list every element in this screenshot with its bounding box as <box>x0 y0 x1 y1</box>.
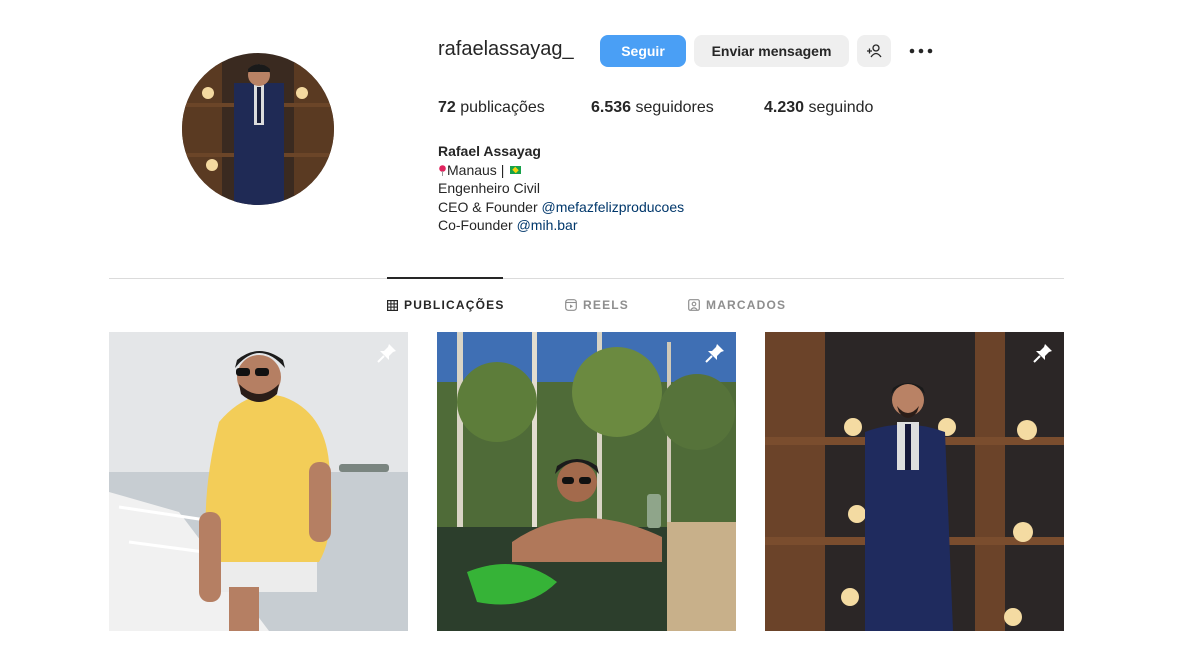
profile-divider <box>109 278 1064 279</box>
posts-count-value: 72 <box>438 99 456 116</box>
active-tab-indicator <box>387 277 503 279</box>
pinned-post-icon <box>1033 344 1052 363</box>
tab-posts-label: PUBLICAÇÕES <box>404 298 505 312</box>
profile-username: rafaelassayag_ <box>438 38 574 60</box>
follow-button[interactable]: Seguir <box>600 35 686 67</box>
profile-full-name: Rafael Assayag <box>438 143 541 159</box>
tab-reels[interactable]: REELS <box>565 298 629 312</box>
bio-line-cofounder: Co-Founder @mih.bar <box>438 216 684 235</box>
post-thumbnail[interactable] <box>765 332 1064 631</box>
bio-location: Manaus | <box>447 161 505 178</box>
pinned-post-icon <box>377 344 396 363</box>
pinned-post-icon <box>705 344 724 363</box>
post-image-suit <box>765 332 1064 631</box>
post-image-yacht <box>109 332 408 631</box>
suggest-users-button[interactable] <box>857 35 891 67</box>
followers-count-value: 6.536 <box>591 99 632 116</box>
bio-cofounder-text: Co-Founder <box>438 217 513 233</box>
tagged-icon <box>688 299 700 311</box>
location-pin-icon <box>439 164 446 176</box>
following-count[interactable]: 4.230 seguindo <box>764 99 873 117</box>
bio-line-ceo: CEO & Founder @mefazfelizproducoes <box>438 198 684 217</box>
posts-count: 72 publicações <box>438 99 545 117</box>
mention-link-mihbar[interactable]: @mih.bar <box>517 217 578 233</box>
reels-icon <box>565 299 577 311</box>
posts-count-label: publicações <box>460 99 545 116</box>
following-count-value: 4.230 <box>764 99 805 116</box>
tab-reels-label: REELS <box>583 298 630 312</box>
following-count-label: seguindo <box>808 99 874 116</box>
bio-ceo-text: CEO & Founder <box>438 198 538 215</box>
mention-link-mefazfeliz[interactable]: @mefazfelizproducoes <box>542 199 685 215</box>
profile-photo <box>182 53 334 205</box>
brazil-flag-icon <box>510 165 522 174</box>
tab-tagged-label: MARCADOS <box>706 298 787 312</box>
followers-count-label: seguidores <box>635 99 714 116</box>
add-person-icon <box>867 44 882 58</box>
send-message-button[interactable]: Enviar mensagem <box>694 35 849 67</box>
profile-bio: Rafael Assayag Manaus | Engenheiro Civil… <box>438 142 684 235</box>
post-thumbnail[interactable] <box>437 332 736 631</box>
more-options-button[interactable] <box>905 38 937 64</box>
bio-location-line: Manaus | <box>438 161 684 180</box>
ellipsis-icon <box>909 48 933 54</box>
grid-icon <box>387 299 398 311</box>
tab-tagged[interactable]: MARCADOS <box>688 298 786 312</box>
profile-avatar[interactable] <box>182 53 334 205</box>
post-thumbnail[interactable] <box>109 332 408 631</box>
tab-posts[interactable]: PUBLICAÇÕES <box>387 298 505 312</box>
post-image-river <box>437 332 736 631</box>
followers-count[interactable]: 6.536 seguidores <box>591 99 714 117</box>
bio-occupation: Engenheiro Civil <box>438 180 540 196</box>
